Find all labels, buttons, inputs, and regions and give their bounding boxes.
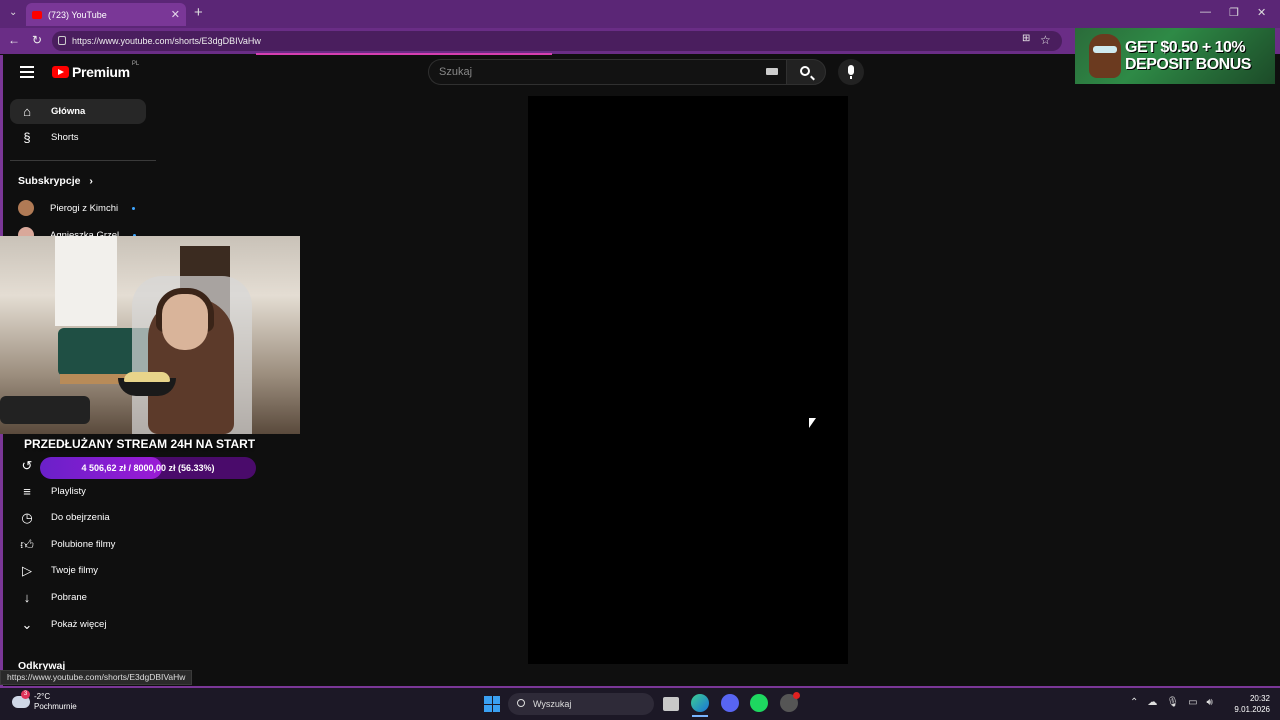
active-app-indicator [692, 715, 708, 717]
edge-browser-icon[interactable] [691, 694, 709, 712]
donation-goal-text: 4 506,62 zł / 8000,00 zł (56.33%) [81, 463, 215, 473]
youtube-favicon-icon [32, 10, 42, 19]
shorts-icon: § [23, 130, 31, 145]
status-bar-url: https://www.youtube.com/shorts/E3dgDBIVa… [0, 670, 193, 685]
favorite-star-icon[interactable]: ☆ [1040, 33, 1051, 47]
sidebar-item-watch-later[interactable]: ◷ Do obejrzenia [10, 505, 146, 530]
taskbar-search-label: Wyszukaj [533, 699, 572, 709]
home-icon: ⌂ [23, 104, 31, 119]
your-videos-icon: ▷ [22, 562, 32, 578]
cloud-icon: 3 [12, 690, 30, 708]
sidebar-item-your-videos[interactable]: ▷ Twoje filmy [10, 558, 146, 583]
weather-temp: -2°C [34, 692, 51, 701]
tab-list-chevron-icon[interactable]: ⌄ [9, 7, 17, 18]
search-placeholder: Szukaj [439, 66, 473, 78]
sidebar-item-playlists[interactable]: ≡ Playlisty [10, 479, 146, 504]
display-icon[interactable]: ▭ [1188, 697, 1197, 708]
weather-desc: Pochmurnie [34, 702, 77, 711]
sidebar-item-label: Do obejrzenia [51, 512, 110, 523]
notification-badge [793, 692, 800, 699]
address-url: https://www.youtube.com/shorts/E3dgDBIVa… [72, 36, 261, 46]
sidebar-divider [10, 160, 156, 161]
sidebar-item-liked-videos[interactable]: 👍︎ Polubione filmy [10, 532, 146, 557]
clock-date: 9.01.2026 [1234, 705, 1270, 714]
chevron-right-icon: › [89, 175, 93, 187]
mouse-cursor [809, 418, 816, 428]
new-tab-icon[interactable]: + [194, 4, 203, 21]
sidebar-item-label: Główna [51, 106, 86, 117]
sidebar-item-show-more[interactable]: ⌄ Pokaż więcej [10, 612, 146, 637]
system-tray: ⌃ ☁ 🎙︎ ▭ 🔊︎ [1130, 697, 1213, 708]
ad-mascot-image [1089, 34, 1121, 78]
subscriptions-heading[interactable]: Subskrypcje › [18, 175, 93, 187]
browser-tab-bar [0, 0, 1280, 28]
channel-name: Pierogi z Kimchi [50, 202, 119, 214]
microphone-icon [848, 65, 854, 75]
playlist-icon: ≡ [23, 484, 31, 499]
donation-goal-bar: 4 506,62 zł / 8000,00 zł (56.33%) [40, 457, 256, 479]
tab-close-icon[interactable]: ✕ [171, 8, 180, 21]
ad-banner[interactable]: GET $0.50 + 10% DEPOSIT BONUS [1075, 28, 1275, 84]
search-input[interactable]: Szukaj [428, 59, 786, 85]
microphone-icon[interactable]: 🎙︎ [1166, 697, 1179, 708]
thumbs-up-icon: 👍︎ [20, 536, 34, 552]
taskbar-clock[interactable]: 20:32 9.01.2026 [1232, 693, 1270, 715]
discord-icon[interactable] [721, 694, 739, 712]
history-icon: ↺ [21, 457, 33, 473]
sidebar-item-label: Pokaż więcej [51, 619, 107, 630]
logo-text: Premium [72, 64, 130, 80]
clock-time: 20:32 [1249, 694, 1270, 703]
sidebar-channel-pierogi-z-kimchi[interactable]: Pierogi z Kimchi [18, 200, 136, 216]
search-icon [800, 66, 810, 76]
download-icon: ↓ [23, 590, 31, 605]
logo-region: PL [131, 61, 140, 67]
new-content-dot [132, 206, 136, 210]
back-arrow-icon[interactable]: ← [8, 33, 20, 47]
reload-icon[interactable]: ↻ [32, 33, 42, 47]
tab-title: (723) YouTube [48, 9, 107, 20]
restore-icon[interactable]: ❐ [1229, 6, 1239, 19]
shorts-video-player[interactable] [528, 96, 848, 664]
search-button[interactable] [786, 59, 826, 85]
app-install-icon[interactable]: ⊞ [1022, 33, 1030, 44]
ad-line-1: GET $0.50 + 10% [1125, 39, 1246, 56]
onedrive-icon[interactable]: ☁ [1147, 697, 1157, 708]
site-info-icon[interactable] [58, 36, 66, 45]
youtube-premium-logo[interactable]: Premium PL [52, 61, 140, 80]
sidebar-item-label: Pobrane [51, 592, 87, 603]
volume-icon[interactable]: 🔊︎ [1207, 697, 1213, 708]
ad-line-2: DEPOSIT BONUS [1125, 56, 1251, 73]
weather-widget[interactable]: 3 -2°C Pochmurnie [12, 690, 77, 712]
stream-webcam-overlay [0, 236, 300, 434]
sidebar-item-label: Playlisty [51, 486, 86, 497]
tray-overflow-icon[interactable]: ⌃ [1130, 697, 1138, 708]
sidebar-item-label: Polubione filmy [51, 539, 116, 550]
browser-tab-youtube[interactable]: (723) YouTube ✕ [26, 3, 186, 26]
sidebar-item-shorts[interactable]: § Shorts [10, 125, 146, 150]
voice-search-button[interactable] [838, 59, 864, 85]
spotify-icon[interactable] [750, 694, 768, 712]
sidebar-item-label: Shorts [51, 132, 79, 143]
address-bar[interactable]: https://www.youtube.com/shorts/E3dgDBIVa… [52, 31, 1062, 51]
windows-start-button[interactable] [484, 696, 500, 712]
app-icon[interactable] [780, 692, 800, 712]
sidebar-item-downloads[interactable]: ↓ Pobrane [10, 585, 146, 610]
taskbar-search[interactable]: Wyszukaj [508, 693, 654, 715]
task-view-icon[interactable] [663, 697, 679, 711]
watch-later-icon: ◷ [21, 509, 33, 525]
weather-badge: 3 [21, 690, 30, 699]
youtube-play-icon [52, 66, 69, 78]
minimize-icon[interactable]: — [1200, 6, 1211, 18]
menu-icon[interactable] [20, 66, 34, 78]
window-close-icon[interactable]: ✕ [1257, 6, 1266, 19]
sidebar-item-home[interactable]: ⌂ Główna [10, 99, 146, 124]
sidebar-item-label: Twoje filmy [51, 565, 98, 576]
stream-overlay-title: PRZEDŁUŻANY STREAM 24H NA START [24, 437, 256, 451]
keyboard-icon[interactable] [766, 68, 778, 75]
chevron-down-icon: ⌄ [21, 616, 33, 632]
search-icon [517, 699, 525, 707]
channel-avatar [18, 200, 34, 216]
